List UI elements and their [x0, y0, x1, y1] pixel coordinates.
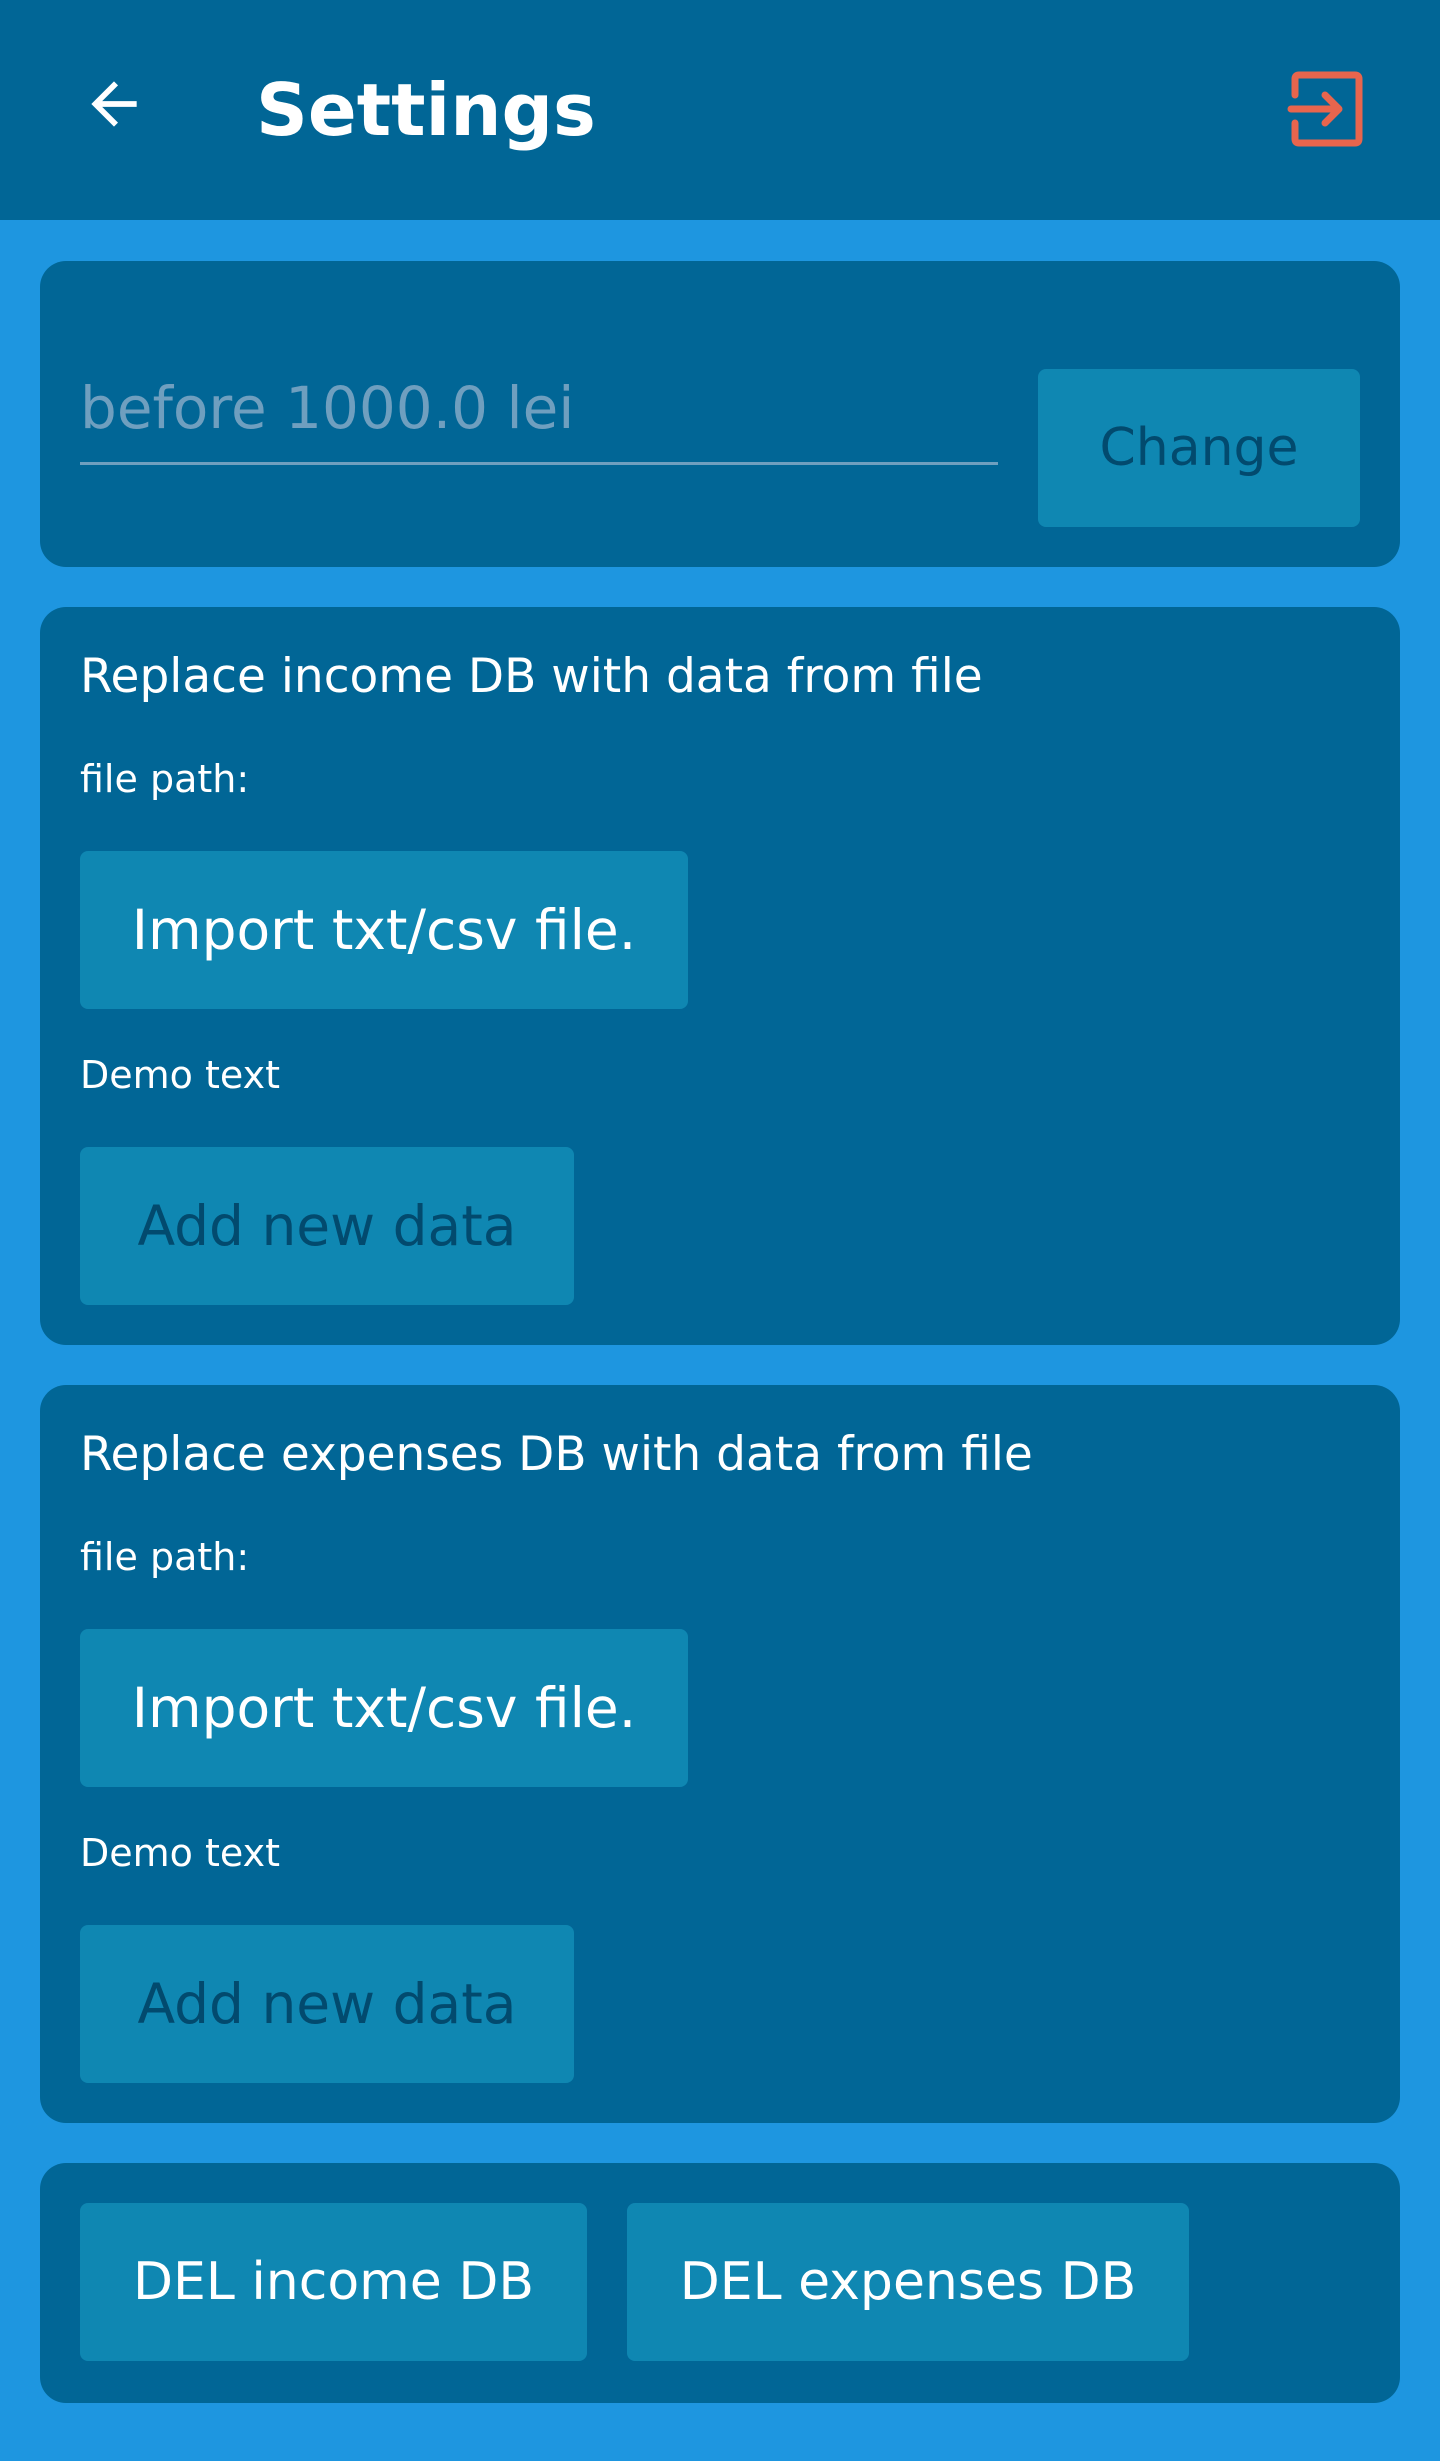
income-section-title: Replace income DB with data from file: [80, 649, 983, 704]
budget-card: Change: [40, 261, 1400, 567]
delete-db-card: DEL income DB DEL expenses DB: [40, 2163, 1400, 2403]
logout-button[interactable]: [1284, 66, 1370, 152]
expenses-section-title: Replace expenses DB with data from file: [80, 1427, 1033, 1482]
income-file-path-label: file path:: [80, 757, 250, 801]
expenses-demo-text: Demo text: [80, 1831, 280, 1875]
expenses-import-card: Replace expenses DB with data from file …: [40, 1385, 1400, 2123]
logout-icon: [1287, 71, 1363, 147]
delete-income-db-button[interactable]: DEL income DB: [80, 2203, 587, 2361]
income-import-file-button[interactable]: Import txt/csv file.: [80, 851, 688, 1009]
delete-expenses-db-button[interactable]: DEL expenses DB: [627, 2203, 1189, 2361]
expenses-add-new-data-button[interactable]: Add new data: [80, 1925, 574, 2083]
page-title: Settings: [256, 68, 596, 152]
change-button[interactable]: Change: [1038, 369, 1360, 527]
expenses-file-path-label: file path:: [80, 1535, 250, 1579]
budget-input[interactable]: [80, 361, 998, 465]
app-bar: Settings: [0, 0, 1440, 220]
arrow-left-icon: [91, 81, 137, 127]
expenses-import-file-button[interactable]: Import txt/csv file.: [80, 1629, 688, 1787]
income-import-card: Replace income DB with data from file fi…: [40, 607, 1400, 1345]
income-demo-text: Demo text: [80, 1053, 280, 1097]
back-button[interactable]: [72, 62, 156, 146]
income-add-new-data-button[interactable]: Add new data: [80, 1147, 574, 1305]
